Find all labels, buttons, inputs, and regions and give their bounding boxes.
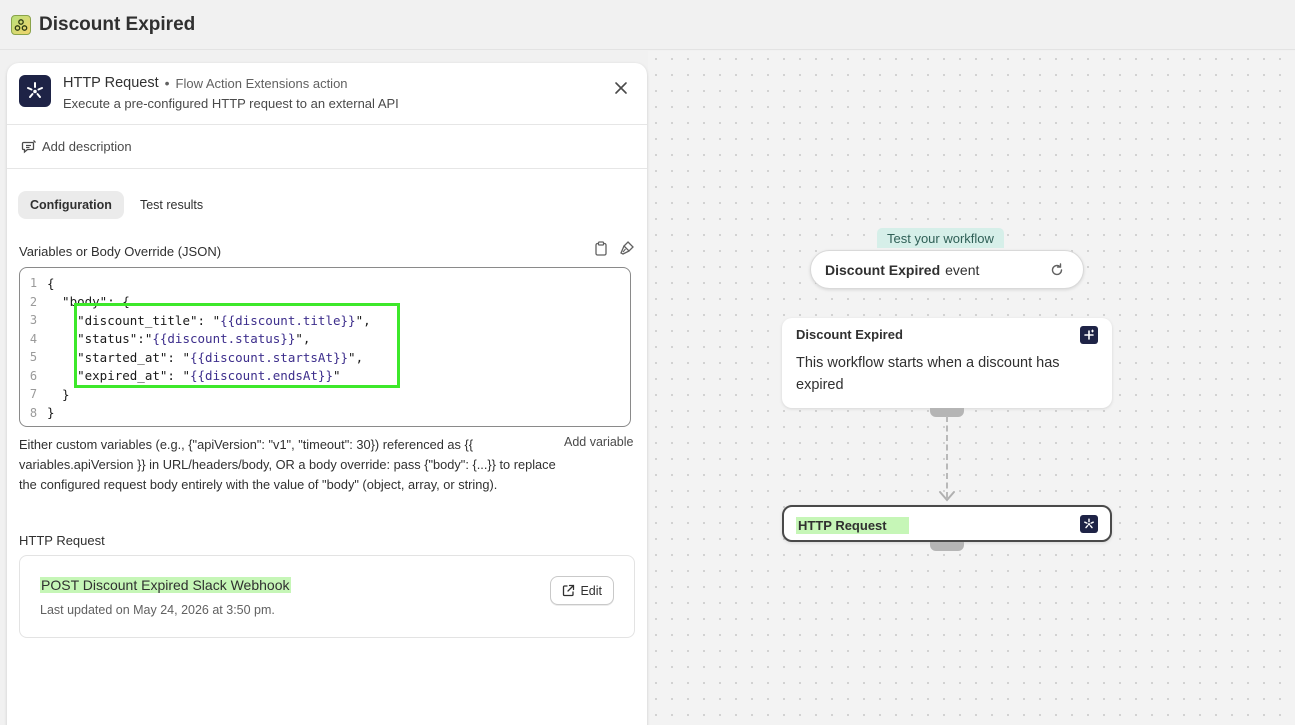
copy-button[interactable] (593, 240, 609, 256)
code-text: } (47, 387, 70, 402)
code-token: "status":" (47, 331, 153, 347)
trigger-node-title: Discount Expired (796, 327, 903, 342)
page-title: Discount Expired (39, 13, 196, 35)
http-request-card: POST Discount Expired Slack Webhook Last… (19, 555, 635, 638)
template-variable: {{discount.endsAt}} (190, 368, 333, 384)
field-toolbar (593, 240, 635, 256)
add-description-button[interactable]: Add description (7, 125, 647, 169)
code-token: ", (295, 331, 311, 347)
edit-label: Edit (580, 583, 602, 598)
action-kind: Flow Action Extensions action (175, 75, 348, 91)
trigger-suffix: event (945, 261, 980, 278)
code-text: "status":"{{discount.status}}", (47, 331, 310, 346)
clipboard-icon (595, 240, 607, 256)
json-code-editor[interactable]: 1{2 "body": {3 "discount_title": "{{disc… (19, 267, 631, 427)
code-line: 3 "discount_title": "{{discount.title}}"… (20, 311, 630, 330)
panel-header: HTTP Request • Flow Action Extensions ac… (7, 63, 647, 125)
add-variable-link[interactable]: Add variable (564, 435, 634, 449)
trigger-event-pill[interactable]: Discount Expired event (810, 250, 1084, 289)
format-button[interactable] (619, 240, 635, 256)
code-text: "discount_title": "{{discount.title}}", (47, 313, 371, 328)
code-lines: 1{2 "body": {3 "discount_title": "{{disc… (20, 274, 630, 422)
refresh-icon[interactable] (1049, 262, 1065, 278)
http-request-section-label: HTTP Request (19, 533, 105, 548)
code-token: "expired_at": " (47, 368, 190, 384)
line-number: 1 (29, 276, 38, 291)
panel-subtitle: Execute a pre-configured HTTP request to… (63, 96, 399, 111)
request-name: POST Discount Expired Slack Webhook (40, 577, 291, 593)
panel-title: HTTP Request (63, 75, 159, 91)
connector-line (946, 416, 948, 498)
top-bar: Discount Expired (0, 0, 1295, 50)
code-token: } (47, 405, 55, 421)
title-separator: • (164, 75, 170, 91)
code-token: { (47, 275, 55, 291)
code-text: "body": { (47, 294, 130, 309)
panel-tabs: Configuration Test results (18, 191, 215, 219)
tab-test-results[interactable]: Test results (128, 191, 215, 219)
code-line: 5 "started_at": "{{discount.startsAt}}", (20, 348, 630, 367)
code-token: ", (348, 349, 364, 365)
code-token: ", (355, 312, 371, 328)
add-description-label: Add description (42, 139, 132, 154)
close-button[interactable] (611, 78, 631, 98)
code-line: 7 } (20, 385, 630, 404)
request-updated-meta: Last updated on May 24, 2026 at 3:50 pm. (40, 603, 275, 617)
code-line: 6 "expired_at": "{{discount.endsAt}}" (20, 367, 630, 386)
code-text: } (47, 405, 55, 420)
http-request-node-title: HTTP Request (796, 517, 909, 534)
workflow-app-icon (11, 14, 31, 35)
template-variable: {{discount.title}} (220, 312, 356, 328)
action-config-panel: HTTP Request • Flow Action Extensions ac… (7, 63, 647, 725)
code-token: } (47, 386, 70, 402)
edit-request-button[interactable]: Edit (550, 576, 614, 605)
test-workflow-label[interactable]: Test your workflow (877, 228, 1004, 248)
json-field-label: Variables or Body Override (JSON) (19, 244, 222, 259)
line-number: 6 (29, 368, 38, 383)
brush-icon (620, 241, 634, 255)
arrow-down-icon (939, 491, 955, 502)
close-icon (615, 82, 627, 94)
code-token: " (333, 368, 341, 384)
external-link-icon (563, 584, 575, 597)
http-request-node[interactable]: HTTP Request (782, 505, 1112, 542)
template-variable: {{discount.startsAt}} (190, 349, 349, 365)
trigger-name: Discount Expired (825, 261, 941, 278)
sparkle-burst-icon (1080, 515, 1098, 533)
code-line: 8} (20, 404, 630, 423)
sparkle-burst-icon (19, 75, 51, 107)
code-line: 1{ (20, 274, 630, 293)
http-request-output-handle[interactable] (930, 542, 964, 551)
comment-edit-icon (21, 139, 36, 153)
code-token: "started_at": " (47, 349, 190, 365)
line-number: 4 (29, 331, 38, 346)
code-text: { (47, 276, 55, 291)
code-token: "body": { (47, 294, 130, 310)
tab-configuration[interactable]: Configuration (18, 191, 124, 219)
plus-sparkle-icon (1080, 326, 1098, 344)
line-number: 8 (29, 405, 38, 420)
trigger-node[interactable]: Discount Expired This workflow starts wh… (782, 318, 1112, 408)
line-number: 7 (29, 387, 38, 402)
code-text: "expired_at": "{{discount.endsAt}}" (47, 368, 341, 384)
code-text: "started_at": "{{discount.startsAt}}", (47, 350, 363, 365)
code-line: 4 "status":"{{discount.status}}", (20, 330, 630, 349)
code-token: "discount_title": " (47, 312, 221, 328)
line-number: 3 (29, 313, 38, 328)
code-line: 2 "body": { (20, 293, 630, 312)
trigger-node-description: This workflow starts when a discount has… (796, 355, 1060, 393)
panel-title-row: HTTP Request • Flow Action Extensions ac… (63, 75, 348, 91)
line-number: 5 (29, 350, 38, 365)
template-variable: {{discount.status}} (152, 331, 296, 347)
help-text: Either custom variables (e.g., {"apiVers… (19, 437, 556, 492)
line-number: 2 (29, 294, 38, 309)
